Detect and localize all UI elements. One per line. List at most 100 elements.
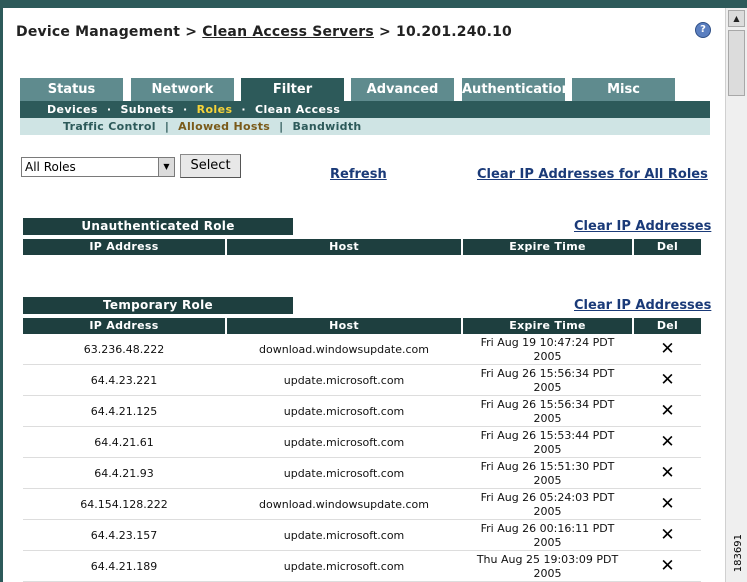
del-cell: ✕ bbox=[634, 551, 701, 582]
column-expire-time: Expire Time bbox=[463, 318, 632, 334]
breadcrumb-separator: > bbox=[185, 24, 198, 40]
host-cell: download.windowsupdate.com bbox=[259, 498, 429, 511]
unauthenticated-role-title: Unauthenticated Role bbox=[23, 218, 293, 235]
del-cell: ✕ bbox=[634, 458, 701, 489]
breadcrumb-server-ip: 10.201.240.10 bbox=[396, 24, 512, 40]
window-top-border bbox=[0, 0, 747, 8]
close-icon[interactable]: ✕ bbox=[660, 496, 674, 513]
del-cell: ✕ bbox=[634, 489, 701, 520]
expire-time-line: Fri Aug 26 00:16:11 PDT bbox=[480, 521, 615, 535]
clear-ip-temporary-link[interactable]: Clear IP Addresses bbox=[574, 298, 711, 313]
scroll-thumb[interactable] bbox=[728, 30, 745, 96]
ip-address-cell: 64.4.21.93 bbox=[94, 467, 154, 480]
expire-time-cell: Thu Aug 25 19:03:09 PDT 2005 bbox=[463, 551, 632, 582]
subnav-devices[interactable]: Devices bbox=[47, 103, 98, 116]
column-host: Host bbox=[227, 318, 461, 334]
expire-time-cell: Fri Aug 19 10:47:24 PDT 2005 bbox=[463, 334, 632, 365]
filter-subnav: Devices · Subnets · Roles · Clean Access bbox=[20, 101, 710, 118]
subnav-subnets[interactable]: Subnets bbox=[120, 103, 174, 116]
tab-misc[interactable]: Misc bbox=[572, 78, 675, 101]
host-cell: download.windowsupdate.com bbox=[259, 343, 429, 356]
expire-time-year: 2005 bbox=[533, 504, 562, 518]
close-icon[interactable]: ✕ bbox=[660, 403, 674, 420]
tab-filter[interactable]: Filter bbox=[241, 78, 344, 101]
host-cell: update.microsoft.com bbox=[283, 436, 405, 449]
subnav-separator: · bbox=[241, 103, 246, 116]
expire-time-line: Fri Aug 26 05:24:03 PDT bbox=[480, 490, 615, 504]
subnav-separator: · bbox=[183, 103, 188, 116]
tab-status[interactable]: Status bbox=[20, 78, 123, 101]
subnav-clean-access[interactable]: Clean Access bbox=[255, 103, 340, 116]
host-cell: update.microsoft.com bbox=[283, 529, 405, 542]
close-icon[interactable]: ✕ bbox=[660, 465, 674, 482]
table-row: 64.4.21.93 update.microsoft.com Fri Aug … bbox=[23, 458, 701, 489]
expire-time-line: Fri Aug 26 15:56:34 PDT bbox=[480, 397, 615, 411]
ip-address-cell: 64.4.21.125 bbox=[90, 405, 158, 418]
column-host: Host bbox=[227, 239, 461, 255]
ip-address-cell: 64.4.23.221 bbox=[90, 374, 158, 387]
subnav2-separator: | bbox=[279, 120, 284, 133]
scroll-up-arrow-icon[interactable]: ▲ bbox=[728, 10, 745, 27]
expire-time-year: 2005 bbox=[533, 349, 562, 363]
role-select[interactable]: All Roles ▼ bbox=[21, 157, 175, 177]
figure-id: 183691 bbox=[733, 533, 744, 572]
table-row: 64.4.23.157 update.microsoft.com Fri Aug… bbox=[23, 520, 701, 551]
role-select-value: All Roles bbox=[25, 160, 76, 174]
subnav-roles[interactable]: Roles bbox=[197, 103, 233, 116]
expire-time-cell: Fri Aug 26 15:53:44 PDT 2005 bbox=[463, 427, 632, 458]
column-ip-address: IP Address bbox=[23, 239, 225, 255]
ip-address-cell: 64.4.21.189 bbox=[90, 560, 158, 573]
del-cell: ✕ bbox=[634, 365, 701, 396]
expire-time-year: 2005 bbox=[533, 442, 562, 456]
expire-time-line: Fri Aug 26 15:53:44 PDT bbox=[480, 428, 615, 442]
select-button[interactable]: Select bbox=[180, 154, 241, 178]
expire-time-year: 2005 bbox=[533, 411, 562, 425]
close-icon[interactable]: ✕ bbox=[660, 341, 674, 358]
expire-time-line: Fri Aug 19 10:47:24 PDT bbox=[480, 335, 615, 349]
tab-advanced[interactable]: Advanced bbox=[351, 78, 454, 101]
expire-time-line: Thu Aug 25 19:03:09 PDT bbox=[476, 552, 619, 566]
table-row: 64.4.21.61 update.microsoft.com Fri Aug … bbox=[23, 427, 701, 458]
subnav2-bandwidth[interactable]: Bandwidth bbox=[292, 120, 361, 133]
subnav2-separator: | bbox=[164, 120, 170, 133]
subnav2-traffic-control[interactable]: Traffic Control bbox=[63, 120, 156, 133]
del-cell: ✕ bbox=[634, 396, 701, 427]
temporary-role-title: Temporary Role bbox=[23, 297, 293, 314]
host-cell: update.microsoft.com bbox=[283, 560, 405, 573]
expire-time-cell: Fri Aug 26 15:56:34 PDT 2005 bbox=[463, 365, 632, 396]
help-circle-icon[interactable]: ? bbox=[695, 22, 711, 38]
roles-subnav: Traffic Control | Allowed Hosts | Bandwidth bbox=[20, 118, 710, 135]
tab-authentication[interactable]: Authentication bbox=[462, 78, 571, 101]
close-icon[interactable]: ✕ bbox=[660, 558, 674, 575]
subnav-separator: · bbox=[106, 103, 112, 116]
ip-address-cell: 63.236.48.222 bbox=[83, 343, 165, 356]
subnav2-allowed-hosts[interactable]: Allowed Hosts bbox=[178, 120, 270, 133]
refresh-link[interactable]: Refresh bbox=[330, 167, 387, 182]
window-left-border bbox=[0, 8, 3, 582]
close-icon[interactable]: ✕ bbox=[660, 527, 674, 544]
host-cell: update.microsoft.com bbox=[283, 405, 405, 418]
close-icon[interactable]: ✕ bbox=[660, 372, 674, 389]
breadcrumb: Device Management > Clean Access Servers… bbox=[16, 24, 512, 40]
clear-ip-unauthenticated-link[interactable]: Clear IP Addresses bbox=[574, 219, 711, 234]
close-icon[interactable]: ✕ bbox=[660, 434, 674, 451]
column-del: Del bbox=[634, 239, 701, 255]
expire-time-line: Fri Aug 26 15:51:30 PDT bbox=[480, 459, 615, 473]
expire-time-cell: Fri Aug 26 15:56:34 PDT 2005 bbox=[463, 396, 632, 427]
column-del: Del bbox=[634, 318, 701, 334]
column-ip-address: IP Address bbox=[23, 318, 225, 334]
table-row: 64.154.128.222 download.windowsupdate.co… bbox=[23, 489, 701, 520]
breadcrumb-clean-access-servers-link[interactable]: Clean Access Servers bbox=[202, 24, 374, 40]
clear-all-roles-link[interactable]: Clear IP Addresses for All Roles bbox=[477, 167, 708, 182]
tab-network[interactable]: Network bbox=[131, 78, 234, 101]
table-row: 63.236.48.222 download.windowsupdate.com… bbox=[23, 334, 701, 365]
chevron-down-icon[interactable]: ▼ bbox=[158, 158, 174, 176]
vertical-scrollbar[interactable]: ▲ bbox=[725, 8, 747, 582]
expire-time-cell: Fri Aug 26 05:24:03 PDT 2005 bbox=[463, 489, 632, 520]
del-cell: ✕ bbox=[634, 427, 701, 458]
host-cell: update.microsoft.com bbox=[283, 467, 405, 480]
expire-time-year: 2005 bbox=[533, 535, 562, 549]
table-row: 64.4.21.125 update.microsoft.com Fri Aug… bbox=[23, 396, 701, 427]
ip-address-cell: 64.4.23.157 bbox=[90, 529, 158, 542]
ip-address-cell: 64.4.21.61 bbox=[94, 436, 154, 449]
